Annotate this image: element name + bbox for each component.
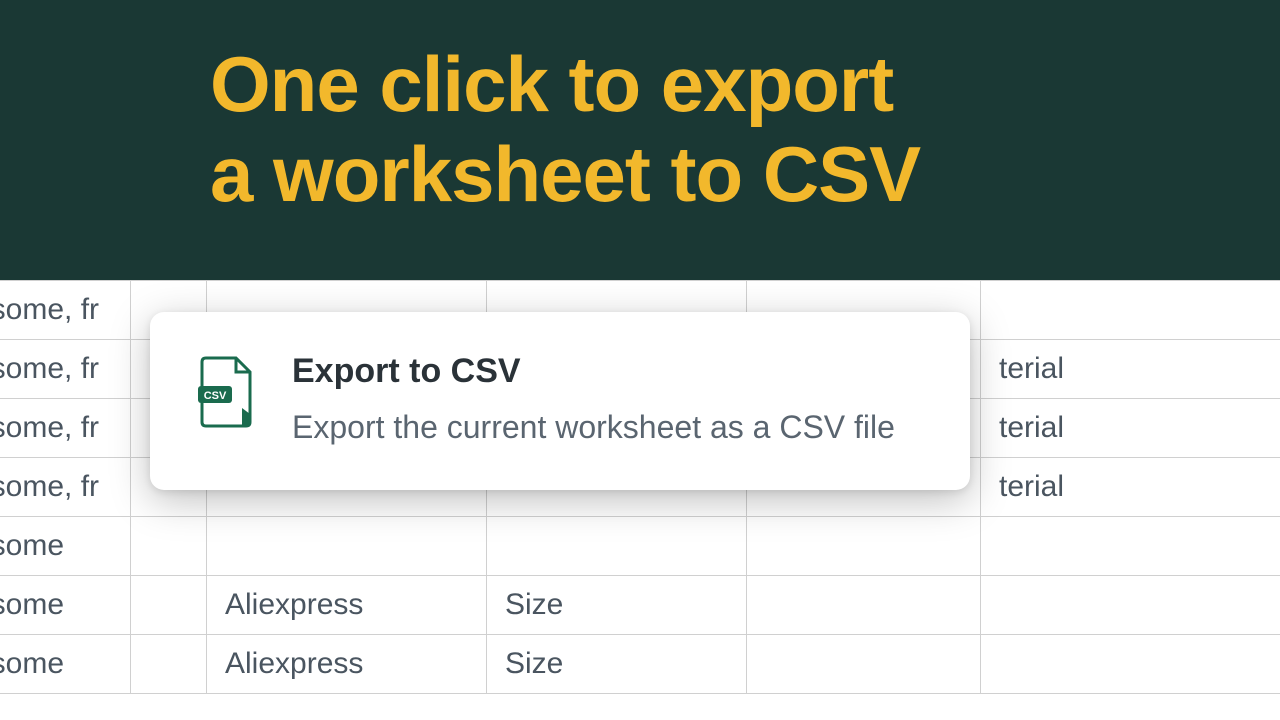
cell[interactable]: Size bbox=[487, 576, 747, 635]
cell[interactable] bbox=[981, 517, 1280, 576]
cell[interactable]: terial bbox=[981, 458, 1280, 517]
csv-badge-text: CSV bbox=[204, 390, 227, 402]
table-row: vesome Aliexpress Size bbox=[0, 635, 1280, 694]
cell[interactable] bbox=[747, 635, 981, 694]
cell[interactable]: Aliexpress bbox=[207, 635, 487, 694]
cell[interactable]: vesome bbox=[0, 576, 131, 635]
cell[interactable]: terial bbox=[981, 399, 1280, 458]
cell[interactable] bbox=[131, 517, 207, 576]
table-row: vesome bbox=[0, 517, 1280, 576]
promo-banner: One click to export a worksheet to CSV bbox=[0, 0, 1280, 280]
cell[interactable]: terial bbox=[981, 340, 1280, 399]
headline-line-1: One click to export bbox=[210, 40, 893, 128]
cell[interactable] bbox=[747, 576, 981, 635]
cell[interactable] bbox=[131, 576, 207, 635]
csv-file-icon: CSV bbox=[198, 356, 254, 433]
cell[interactable] bbox=[981, 635, 1280, 694]
cell[interactable]: vesome bbox=[0, 635, 131, 694]
cell[interactable]: vesome, fr bbox=[0, 281, 131, 340]
cell[interactable]: vesome, fr bbox=[0, 458, 131, 517]
headline-line-2: a worksheet to CSV bbox=[210, 130, 920, 218]
export-csv-tooltip[interactable]: CSV Export to CSV Export the current wor… bbox=[150, 312, 970, 490]
tooltip-content: Export to CSV Export the current workshe… bbox=[292, 352, 922, 450]
cell[interactable] bbox=[131, 635, 207, 694]
cell[interactable] bbox=[981, 281, 1280, 340]
cell[interactable] bbox=[981, 576, 1280, 635]
cell[interactable]: vesome bbox=[0, 517, 131, 576]
table-row: vesome Aliexpress Size bbox=[0, 576, 1280, 635]
cell[interactable]: Aliexpress bbox=[207, 576, 487, 635]
cell[interactable]: Size bbox=[487, 635, 747, 694]
cell[interactable] bbox=[487, 517, 747, 576]
csv-file-icon-svg: CSV bbox=[198, 356, 254, 428]
cell[interactable]: vesome, fr bbox=[0, 340, 131, 399]
cell[interactable] bbox=[207, 517, 487, 576]
tooltip-description: Export the current worksheet as a CSV fi… bbox=[292, 405, 922, 450]
cell[interactable]: vesome, fr bbox=[0, 399, 131, 458]
promo-headline: One click to export a worksheet to CSV bbox=[210, 40, 1220, 219]
cell[interactable] bbox=[747, 517, 981, 576]
tooltip-title: Export to CSV bbox=[292, 352, 922, 391]
